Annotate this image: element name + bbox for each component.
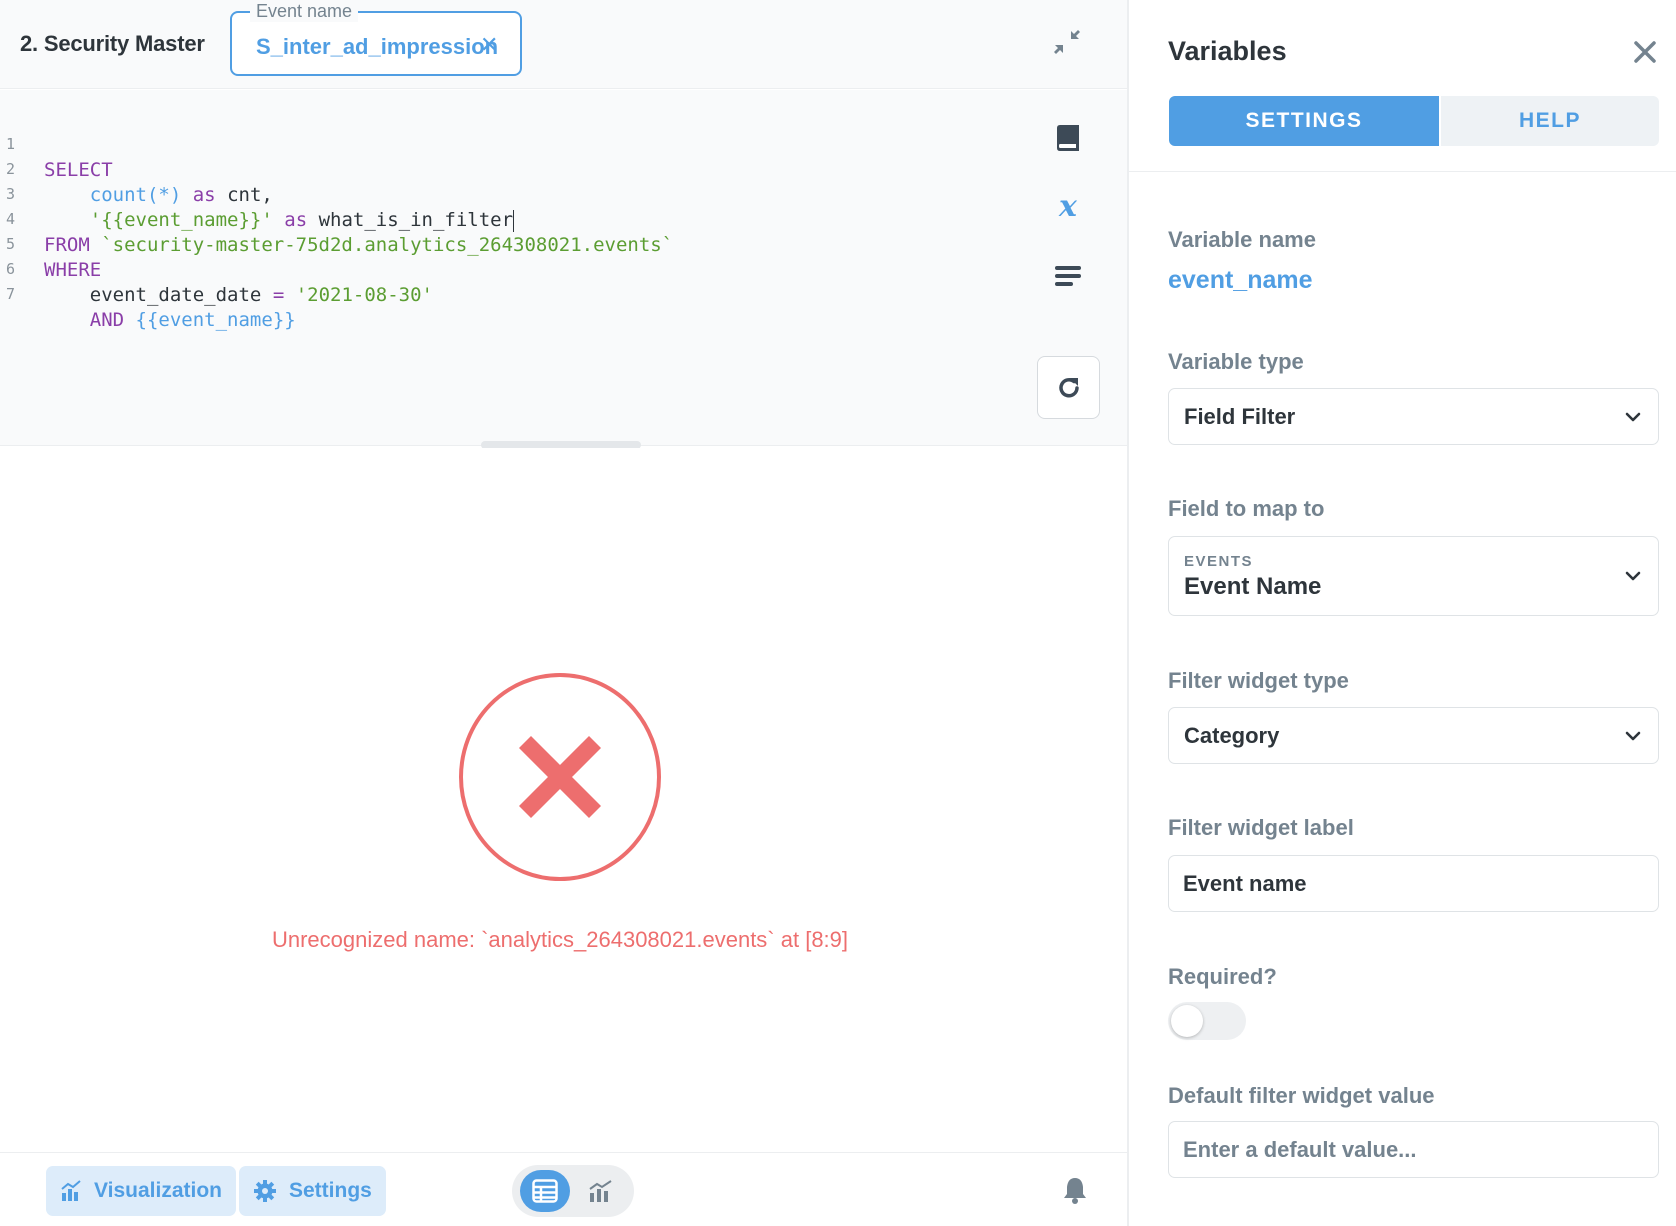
sql-string: '{{event_name}}' <box>89 209 273 231</box>
widget-type-select[interactable]: Category <box>1168 707 1659 764</box>
code-line: 1 SELECT <box>0 105 113 181</box>
clear-parameter-icon[interactable]: ✕ <box>480 32 498 58</box>
field-map-table: EVENTS <box>1184 553 1254 570</box>
sql-editor[interactable]: 1 SELECT 2 count(*) as cnt, 3 '{{event_n… <box>0 90 1127 446</box>
sql-keyword: AND <box>89 309 125 331</box>
chart-view-button[interactable] <box>576 1170 626 1212</box>
tab-settings[interactable]: SETTINGS <box>1169 96 1439 146</box>
run-query-button[interactable] <box>1037 356 1100 419</box>
variable-name-label: Variable name <box>1168 227 1316 252</box>
chevron-down-icon <box>1625 731 1641 741</box>
field-map-select[interactable]: EVENTS Event Name <box>1168 536 1659 616</box>
table-view-button[interactable] <box>520 1170 570 1212</box>
required-label: Required? <box>1168 964 1277 989</box>
close-icon[interactable] <box>1631 38 1659 66</box>
event-name-parameter-widget[interactable]: Event name S_inter_ad_impression ✕ <box>230 0 522 76</box>
collapse-editor-icon[interactable] <box>1052 27 1082 57</box>
chevron-down-icon <box>1625 571 1641 581</box>
code-line: 2 count(*) as cnt, <box>0 130 273 206</box>
required-toggle[interactable] <box>1168 1002 1246 1040</box>
toggle-knob <box>1171 1005 1203 1037</box>
variable-type-label: Variable type <box>1168 349 1304 374</box>
code-line: 3 '{{event_name}}' as what_is_in_filter <box>0 155 515 232</box>
visualization-button[interactable]: Visualization <box>46 1166 236 1216</box>
query-editor-panel: 2. Security Master Event name S_inter_ad… <box>0 0 1127 1226</box>
svg-text:x: x <box>1058 190 1078 222</box>
sql-function: count(*) <box>89 184 182 206</box>
line-number: 7 <box>6 285 16 303</box>
field-map-label: Field to map to <box>1168 496 1325 521</box>
editor-topbar: 2. Security Master Event name S_inter_ad… <box>0 0 1127 89</box>
editor-footer: Visualization Settings <box>0 1152 1127 1226</box>
variable-type-value: Field Filter <box>1184 404 1296 429</box>
settings-button[interactable]: Settings <box>239 1166 386 1216</box>
error-icon <box>459 673 661 881</box>
sidebar-title: Variables <box>1168 36 1287 66</box>
code-line: 4 FROM `security-master-75d2d.analytics_… <box>0 180 673 256</box>
sql-string: '2021-08-30' <box>295 284 433 306</box>
default-value-input[interactable] <box>1183 1122 1643 1177</box>
code-line: 5 WHERE <box>0 205 101 281</box>
visualization-label: Visualization <box>94 1179 222 1202</box>
variable-type-select[interactable]: Field Filter <box>1168 388 1659 445</box>
variables-icon[interactable]: x <box>1052 190 1084 222</box>
database-name[interactable]: 2. Security Master <box>20 31 205 57</box>
text-cursor <box>513 209 515 232</box>
field-map-field: Event Name <box>1184 573 1322 600</box>
widget-type-label: Filter widget type <box>1168 668 1349 693</box>
sql-keyword: as <box>192 184 216 206</box>
default-value-field[interactable] <box>1168 1121 1659 1178</box>
sql-column: event_date_date <box>89 284 262 306</box>
variable-name-value: event_name <box>1168 266 1313 294</box>
parameter-label: Event name <box>250 0 359 22</box>
table-view-icon <box>532 1179 558 1203</box>
sql-alias: cnt, <box>227 184 273 206</box>
chevron-down-icon <box>1625 412 1641 422</box>
data-reference-icon[interactable] <box>1052 122 1084 154</box>
refresh-icon <box>1059 378 1079 398</box>
code-line: 6 event_date_date = '2021-08-30' <box>0 230 433 306</box>
snippets-icon[interactable] <box>1052 260 1084 292</box>
bell-icon[interactable] <box>1060 1175 1090 1205</box>
widget-label-input[interactable] <box>1183 856 1643 911</box>
tab-help[interactable]: HELP <box>1441 96 1659 146</box>
gear-icon <box>254 1180 276 1202</box>
visualization-icon <box>61 1180 81 1201</box>
widget-label-field[interactable] <box>1168 855 1659 912</box>
code-line: 7 AND {{event_name}} <box>0 255 296 331</box>
default-value-label: Default filter widget value <box>1168 1083 1435 1108</box>
chart-view-icon <box>589 1180 612 1202</box>
sql-template-tag: {{event_name}} <box>135 309 296 331</box>
parameter-value[interactable]: S_inter_ad_impression <box>256 34 498 60</box>
sql-table-name: `security-master-75d2d.analytics_2643080… <box>101 234 674 256</box>
widget-label-label: Filter widget label <box>1168 815 1354 840</box>
sql-operator: = <box>272 284 285 306</box>
error-message: Unrecognized name: `analytics_264308021.… <box>271 927 849 952</box>
sql-alias: what_is_in_filter <box>318 209 514 231</box>
sidebar-header: Variables SETTINGS HELP <box>1129 0 1676 172</box>
widget-type-value: Category <box>1184 723 1280 748</box>
variables-sidebar: Variables SETTINGS HELP Variable name ev… <box>1127 0 1676 1226</box>
sql-keyword: as <box>284 209 308 231</box>
view-toggle <box>512 1165 634 1217</box>
settings-label: Settings <box>289 1179 372 1202</box>
